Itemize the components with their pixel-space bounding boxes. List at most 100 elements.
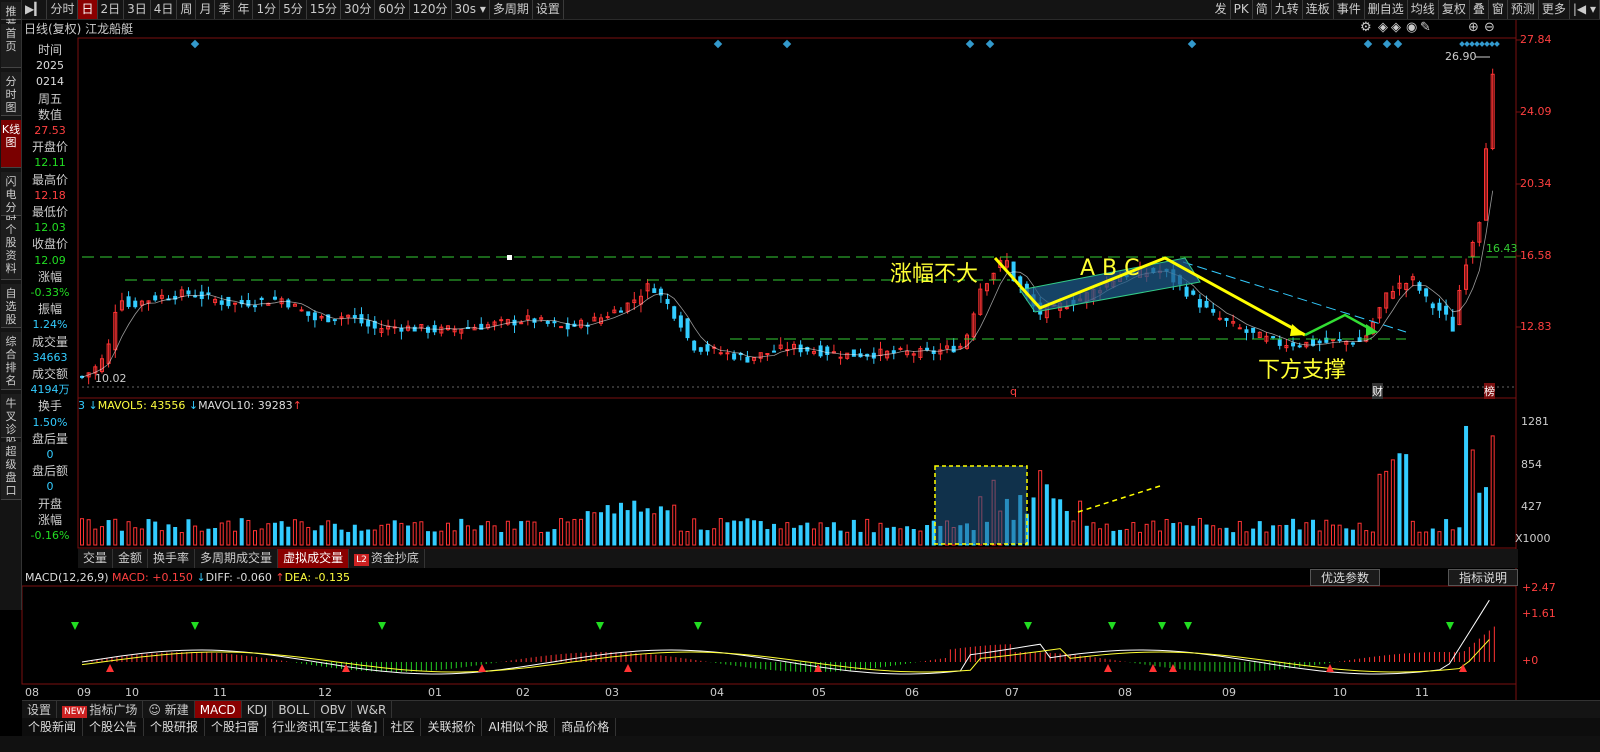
vol-tab-3[interactable]: 多周期成交量 xyxy=(195,549,279,568)
gear-icon[interactable]: ⚙ xyxy=(1360,20,1372,35)
candle xyxy=(332,319,337,322)
period-tab-11[interactable]: 15分 xyxy=(307,0,342,19)
indicator-tab-label: W&R xyxy=(356,703,387,717)
news-tab-5[interactable]: 社区 xyxy=(384,718,422,736)
diamond-icon[interactable]: ◈ xyxy=(1378,20,1388,35)
volume-bar xyxy=(226,520,231,546)
play-icon[interactable]: ▶▎ xyxy=(22,0,48,19)
sidebar-item-6[interactable]: 自选股 xyxy=(1,284,21,328)
indicator-tab-5[interactable]: BOLL xyxy=(273,701,316,719)
toolbar-right-9[interactable]: 叠 xyxy=(1470,0,1489,19)
period-tab-1[interactable]: 日 xyxy=(78,0,98,19)
collapse-icon[interactable]: |◀ ▾ xyxy=(1570,0,1600,19)
indicator-tab-7[interactable]: W&R xyxy=(352,701,393,719)
period-tab-8[interactable]: 年 xyxy=(234,0,254,19)
toolbar-right-8[interactable]: 复权 xyxy=(1439,0,1470,19)
vol-tab-0[interactable]: 交量 xyxy=(78,549,114,568)
sidebar-item-9[interactable]: 超级盘口 xyxy=(1,442,21,500)
period-tab-15[interactable]: 30s ▾ xyxy=(452,0,490,19)
chart-canvas[interactable] xyxy=(0,0,1600,752)
volume-bar xyxy=(1364,530,1369,546)
indicator-tab-2[interactable]: ☺ 新建 xyxy=(143,701,195,719)
toolbar-right-7[interactable]: 均线 xyxy=(1408,0,1439,19)
news-tab-7[interactable]: AI相似个股 xyxy=(482,718,556,736)
toolbar-right-1[interactable]: PK xyxy=(1231,0,1253,19)
sidebar-item-2[interactable]: 分时图 xyxy=(1,72,21,116)
toolbar-right-10[interactable]: 窗 xyxy=(1489,0,1508,19)
volume-bar xyxy=(599,512,604,546)
news-tab-3[interactable]: 个股扫雷 xyxy=(205,718,267,736)
indicator-tab-6[interactable]: OBV xyxy=(315,701,352,719)
period-tab-12[interactable]: 30分 xyxy=(341,0,376,19)
low-price-label: 10.02 xyxy=(95,372,127,385)
sidebar-item-4[interactable]: 闪电分时 xyxy=(1,172,21,227)
volume-bar xyxy=(831,522,836,546)
optimize-params-button[interactable]: 优选参数 xyxy=(1310,569,1381,586)
month-label: 07 xyxy=(1005,686,1019,699)
candle xyxy=(1330,339,1335,342)
period-tab-16[interactable]: 多周期 xyxy=(490,0,533,19)
toolbar-right-3[interactable]: 九转 xyxy=(1272,0,1303,19)
vol-tab-5[interactable]: L2 资金抄底 xyxy=(349,549,425,568)
period-tab-14[interactable]: 120分 xyxy=(410,0,452,19)
month-label: 01 xyxy=(428,686,442,699)
indicator-tab-4[interactable]: KDJ xyxy=(242,701,274,719)
zoom-in-icon[interactable]: ⊕ xyxy=(1468,20,1479,35)
indicator-help-button[interactable]: 指标说明 xyxy=(1448,569,1519,586)
indicator-tab-3[interactable]: MACD xyxy=(194,701,242,719)
sidebar-item-1[interactable]: 首页 xyxy=(1,24,21,68)
volume-bar xyxy=(326,520,331,546)
sidebar-item-5[interactable]: 个股资料 xyxy=(1,220,21,280)
period-tab-17[interactable]: 设置 xyxy=(533,0,564,19)
period-tab-3[interactable]: 3日 xyxy=(124,0,151,19)
candle xyxy=(1424,288,1429,297)
sidebar-item-0[interactable]: 推荐 xyxy=(1,2,21,31)
period-tab-6[interactable]: 月 xyxy=(196,0,216,19)
vol-tab-4[interactable]: 虚拟成交量 xyxy=(278,549,350,568)
vol-tab-2[interactable]: 换手率 xyxy=(148,549,196,568)
data-value: 12.03 xyxy=(34,221,66,235)
macd-title: MACD(12,26,9) xyxy=(25,571,109,584)
toolbar-right-12[interactable]: 更多 xyxy=(1539,0,1570,19)
news-tab-6[interactable]: 关联报价 xyxy=(421,718,483,736)
news-tab-0[interactable]: 个股新闻 xyxy=(22,718,84,736)
volume-bar xyxy=(858,531,863,546)
news-tab-2[interactable]: 个股研报 xyxy=(144,718,206,736)
news-tab-1[interactable]: 个股公告 xyxy=(83,718,145,736)
sidebar-item-8[interactable]: 牛叉诊股 xyxy=(1,394,21,449)
volume-bar xyxy=(459,518,464,546)
sidebar-item-7[interactable]: 综合排名 xyxy=(1,332,21,390)
toolbar-right-6[interactable]: 删自选 xyxy=(1365,0,1408,19)
volume-axis-label: 1281 xyxy=(1521,415,1549,428)
toolbar-right-0[interactable]: 发 xyxy=(1212,0,1231,19)
vol-tab-1[interactable]: 金额 xyxy=(113,549,149,568)
candle xyxy=(851,349,856,357)
toolbar-right-2[interactable]: 简 xyxy=(1253,0,1272,19)
period-tab-10[interactable]: 5分 xyxy=(280,0,307,19)
sell-signal-icon xyxy=(378,622,386,630)
sidebar-item-3[interactable]: K线图 xyxy=(1,120,21,168)
news-tab-4[interactable]: 行业资讯[军工装备] xyxy=(266,718,385,736)
event-diamond-icon xyxy=(965,39,975,49)
indicator-tab-0[interactable]: 设置 xyxy=(22,701,58,719)
indicator-tab-1[interactable]: NEW 指标广场 xyxy=(57,701,144,719)
month-label: 04 xyxy=(710,686,724,699)
diamond-icon[interactable]: ◈ xyxy=(1391,20,1401,35)
pencil-icon[interactable]: ✎ xyxy=(1420,20,1431,35)
toolbar-right-11[interactable]: 预测 xyxy=(1508,0,1539,19)
period-tab-2[interactable]: 2日 xyxy=(98,0,125,19)
zoom-out-icon[interactable]: ⊖ xyxy=(1484,20,1495,35)
period-tab-4[interactable]: 4日 xyxy=(151,0,178,19)
eye-icon[interactable]: ◉ xyxy=(1406,20,1417,35)
news-tab-8[interactable]: 商品价格 xyxy=(555,718,617,736)
period-tab-9[interactable]: 1分 xyxy=(253,0,281,19)
period-tab-0[interactable]: 分时 xyxy=(47,0,79,19)
period-tab-5[interactable]: 周 xyxy=(177,0,197,19)
toolbar-right-4[interactable]: 连板 xyxy=(1303,0,1334,19)
candle xyxy=(652,288,657,293)
period-tab-13[interactable]: 60分 xyxy=(375,0,410,19)
event-diamond-icon xyxy=(1479,41,1485,47)
toolbar-right-5[interactable]: 事件 xyxy=(1334,0,1365,19)
period-tab-7[interactable]: 季 xyxy=(215,0,235,19)
volume-bar xyxy=(1191,525,1196,546)
